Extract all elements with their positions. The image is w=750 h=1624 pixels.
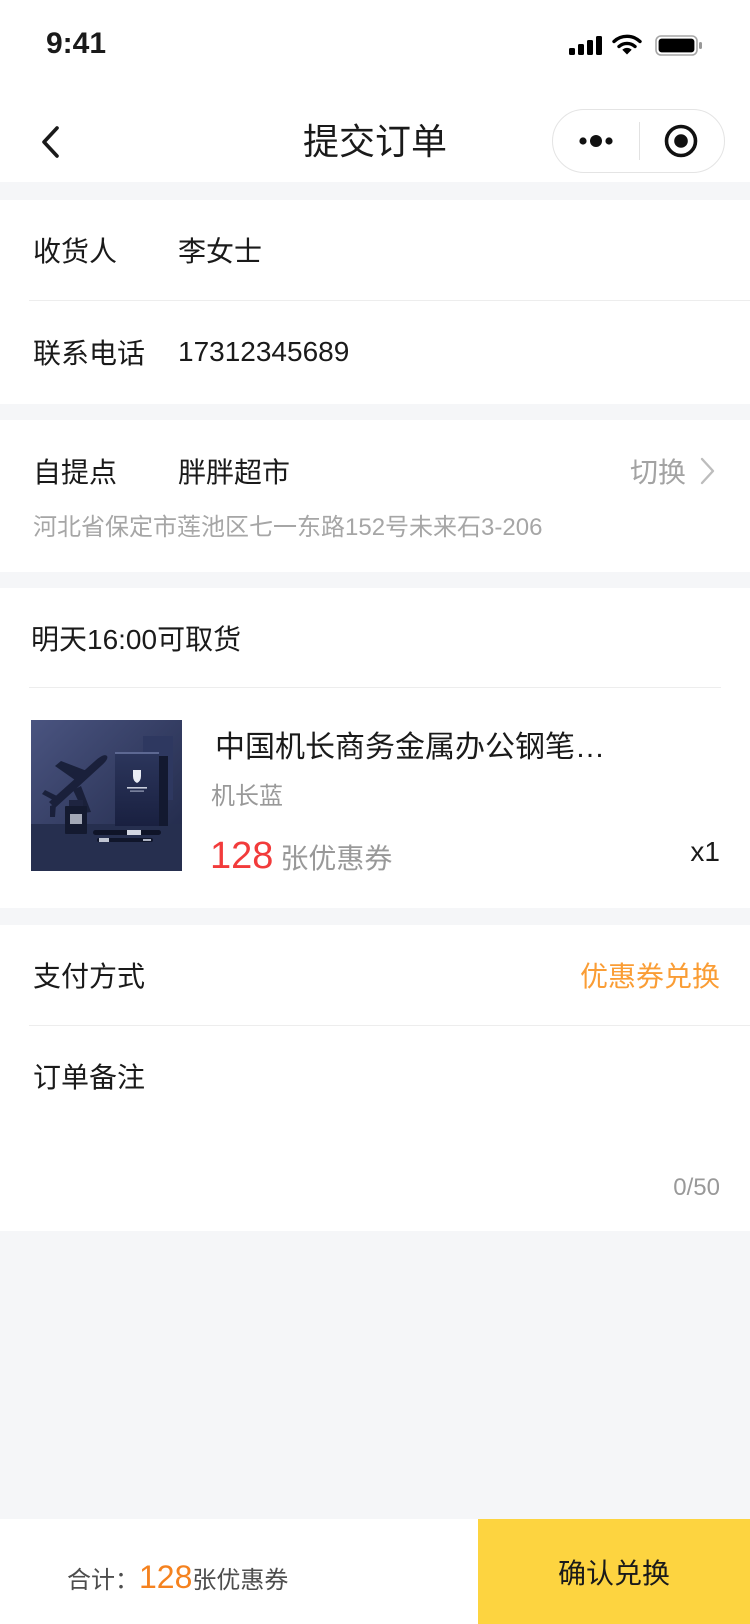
order-note-input[interactable] [33,1121,720,1165]
total-unit: 张优惠券 [192,1567,289,1594]
pickup-point-label: 自提点 [33,457,118,488]
total-label: 合计： [67,1567,139,1594]
total-value: 128 [139,1559,193,1595]
payment-method-value: 优惠券兑换 [579,961,720,992]
switch-pickup-button[interactable]: 切换 [590,420,720,522]
wifi-icon [612,33,642,56]
recipient-phone-label: 联系电话 [33,338,146,369]
payment-method-label: 支付方式 [33,961,146,992]
product-quantity: x1 [690,836,720,867]
product-title: 中国机长商务金属办公钢笔… [215,731,605,764]
battery-icon [655,35,703,56]
target-icon [663,123,699,159]
confirm-exchange-button[interactable]: 确认兑换 [478,1519,750,1624]
product-price: 128 张优惠券 [210,834,392,878]
pickup-time-row: 明天16:00可取货 [0,588,750,687]
order-note-counter: 0/50 [673,1174,720,1201]
chevron-right-icon [699,457,715,485]
payment-note-card: 支付方式 优惠券兑换 订单备注 0/50 [0,925,750,1231]
signal-icon [569,36,603,55]
mini-program-capsule [552,109,725,173]
header: 9:41 提交订单 [0,0,750,182]
page-title: 提交订单 [302,121,447,162]
order-note-row: 订单备注 [0,1026,750,1126]
order-item-card: 明天16:00可取货 中国机长商务金属办公钢笔… 机长蓝 128 张优惠券 x1 [0,588,750,908]
more-button[interactable] [553,110,639,172]
product-variant: 机长蓝 [211,783,283,810]
product-price-unit: 张优惠券 [280,843,393,874]
order-note-label: 订单备注 [33,1062,146,1093]
pickup-address: 河北省保定市莲池区七一东路152号未来石3-206 [33,514,543,541]
recipient-name-value: 李女士 [178,236,263,267]
exit-button[interactable] [638,110,724,172]
pickup-point-row: 自提点 胖胖超市 切换 [0,420,750,522]
chevron-left-icon [39,125,61,159]
switch-pickup-label: 切换 [629,457,686,488]
order-total: 合计： 128 张优惠券 [67,1553,288,1601]
recipient-name-label: 收货人 [33,236,118,267]
recipient-phone-value: 17312345689 [178,336,350,367]
product-item[interactable]: 中国机长商务金属办公钢笔… 机长蓝 128 张优惠券 x1 [0,688,750,908]
product-image [31,720,182,871]
product-price-value: 128 [210,835,274,877]
submit-order-page: 9:41 提交订单 收货人 李女士 联系电话 17312345689 自提点 胖… [0,0,750,1624]
recipient-phone-row: 联系电话 17312345689 [0,301,750,403]
payment-method-row[interactable]: 支付方式 优惠券兑换 [0,925,750,1025]
recipient-card: 收货人 李女士 联系电话 17312345689 [0,200,750,404]
pickup-point-card: 自提点 胖胖超市 切换 河北省保定市莲池区七一东路152号未来石3-206 [0,420,750,572]
back-button[interactable] [30,124,70,160]
status-time: 9:41 [46,27,107,60]
more-dots-icon [576,134,616,148]
recipient-name-row: 收货人 李女士 [0,200,750,300]
pickup-time: 明天16:00可取货 [31,623,242,655]
pickup-store-name: 胖胖超市 [178,457,291,488]
checkout-bar: 合计： 128 张优惠券 确认兑换 [0,1519,750,1624]
